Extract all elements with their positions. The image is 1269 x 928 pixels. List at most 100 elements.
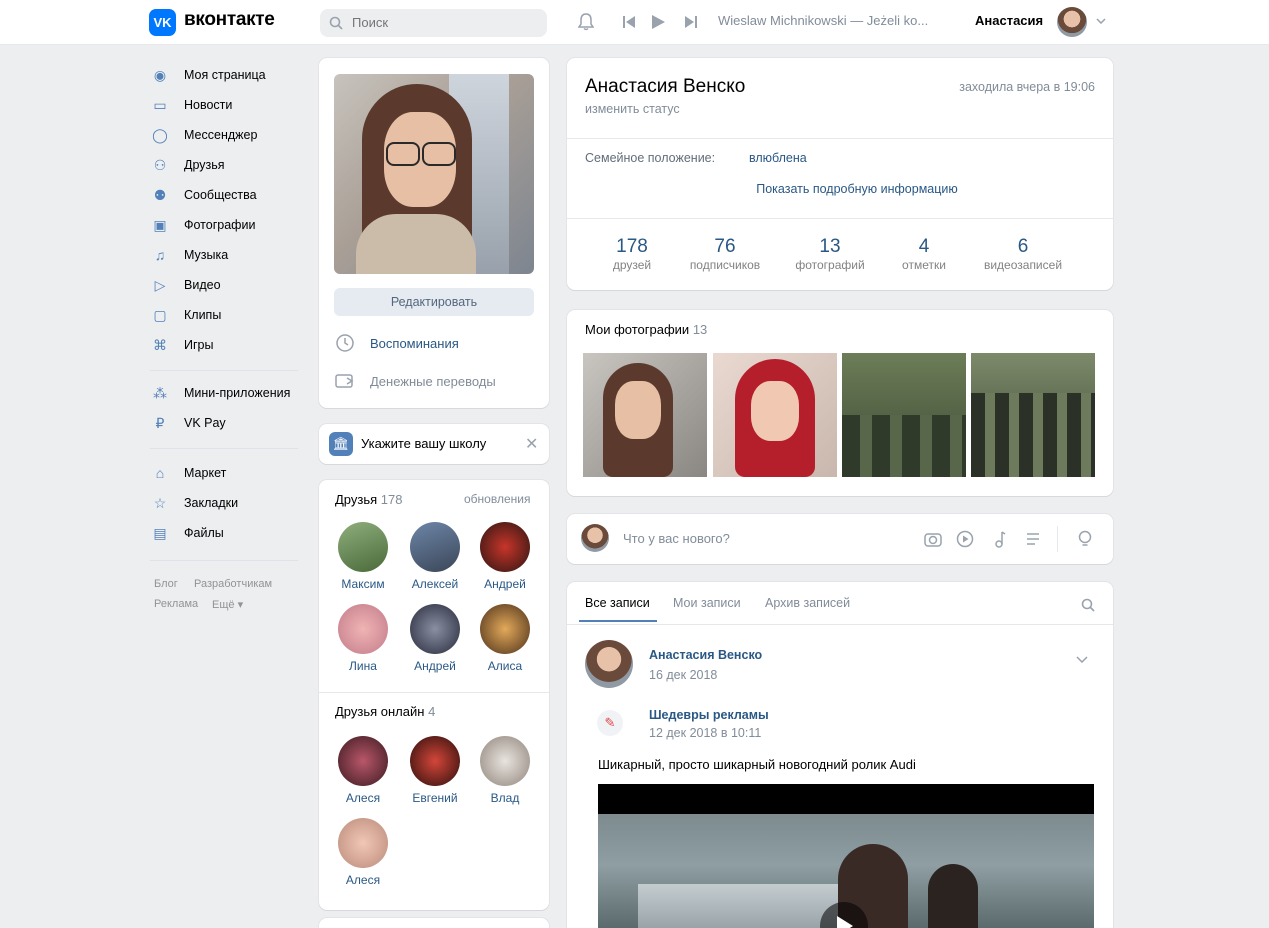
menu-item-bookmarks[interactable]: ☆ Закладки [150, 492, 238, 514]
stat-number: 178 [616, 236, 648, 257]
logo-text[interactable]: вконтакте [184, 9, 275, 31]
photo-thumb[interactable] [971, 353, 1095, 477]
music-icon[interactable] [989, 529, 1009, 549]
menu-item-my-page[interactable]: ◉ Моя страница [150, 64, 266, 86]
menu-label: Мессенджер [184, 128, 258, 142]
repost-source-avatar[interactable]: ✎ [597, 710, 623, 736]
footer-blog-link[interactable]: Блог [154, 578, 178, 590]
video-icon[interactable] [955, 529, 975, 549]
menu-item-music[interactable]: ♫ Музыка [150, 244, 228, 266]
search-box[interactable] [320, 9, 547, 37]
friend-item[interactable]: Алексей [405, 522, 465, 591]
friend-item[interactable]: Лина [333, 604, 393, 673]
friend-item[interactable]: Андрей [405, 604, 465, 673]
groups-icon: ⚉ [153, 186, 167, 203]
friend-item[interactable]: Максим [333, 522, 393, 591]
bell-icon[interactable] [576, 12, 596, 32]
post-date[interactable]: 16 дек 2018 [649, 668, 717, 682]
online-friend-item[interactable]: Алеся [333, 736, 393, 805]
tab-archive[interactable]: Архив записей [765, 596, 850, 610]
search-input[interactable] [350, 14, 544, 31]
play-icon[interactable] [648, 13, 668, 31]
camera-icon[interactable] [923, 529, 943, 549]
stat-videos[interactable]: 6 видеозаписей [973, 236, 1073, 272]
school-prompt[interactable]: Укажите вашу школу [361, 436, 486, 451]
stat-number: 13 [819, 236, 841, 257]
photo-thumb[interactable] [842, 353, 966, 477]
menu-item-files[interactable]: ▤ Файлы [150, 522, 223, 544]
menu-item-clips[interactable]: ▢ Клипы [150, 304, 221, 326]
post-author-avatar[interactable] [585, 640, 633, 688]
video-figure [928, 864, 978, 928]
edit-profile-button[interactable]: Редактировать [334, 288, 534, 316]
close-icon[interactable]: ✕ [525, 434, 538, 454]
search-icon[interactable] [1079, 596, 1097, 614]
menu-label: Новости [184, 98, 233, 112]
article-icon[interactable] [1023, 529, 1043, 549]
tab-all-posts[interactable]: Все записи [585, 596, 650, 610]
friends-updates-link[interactable]: обновления [464, 492, 530, 506]
menu-item-news[interactable]: ▭ Новости [150, 94, 232, 116]
friend-item[interactable]: Андрей [475, 522, 535, 591]
show-details-link[interactable]: Показать подробную информацию [741, 182, 973, 196]
profile-photo[interactable] [334, 74, 534, 274]
prev-track-icon[interactable] [620, 13, 638, 31]
online-friend-item[interactable]: Влад [475, 736, 535, 805]
vk-logo-icon[interactable]: VK [149, 9, 176, 36]
friends-online-title: Друзья онлайн [335, 704, 425, 719]
transfers-label: Денежные переводы [370, 373, 496, 389]
menu-item-market[interactable]: ⌂ Маркет [150, 462, 227, 484]
clips-icon: ▢ [153, 306, 167, 323]
friend-name: Алиса [487, 659, 523, 673]
tab-my-posts[interactable]: Мои записи [673, 596, 741, 610]
footer-more-link[interactable]: Ещё ▾ [212, 598, 243, 611]
memories-link[interactable]: Воспоминания [334, 332, 534, 354]
menu-item-mini-apps[interactable]: ⁂ Мини-приложения [150, 382, 290, 404]
video-player[interactable] [598, 784, 1094, 928]
idea-icon[interactable] [1075, 529, 1095, 549]
stat-tags[interactable]: 4 отметки [885, 236, 963, 272]
stat-followers[interactable]: 76 подписчиков [679, 236, 771, 272]
chevron-down-icon[interactable] [1075, 652, 1089, 666]
change-status-link[interactable]: изменить статус [585, 102, 680, 116]
chevron-down-icon[interactable] [1094, 14, 1108, 28]
friends-header[interactable]: Друзья 178 [335, 492, 403, 507]
menu-item-groups[interactable]: ⚉ Сообщества [150, 184, 257, 206]
footer-ads-link[interactable]: Реклама [154, 598, 198, 610]
last-seen: заходила вчера в 19:06 [959, 80, 1095, 94]
photo-thumb[interactable] [713, 353, 837, 477]
family-value[interactable]: влюблена [749, 151, 807, 165]
stat-friends[interactable]: 178 друзей [601, 236, 663, 272]
photo-thumb[interactable] [583, 353, 707, 477]
menu-item-games[interactable]: ⌘ Игры [150, 334, 213, 356]
games-icon: ⌘ [153, 336, 167, 353]
menu-item-video[interactable]: ▷ Видео [150, 274, 221, 296]
stat-photos[interactable]: 13 фотографий [785, 236, 875, 272]
header-avatar[interactable] [1057, 7, 1087, 37]
menu-item-messenger[interactable]: ◯ Мессенджер [150, 124, 257, 146]
friend-name: Алеся [345, 791, 381, 805]
composer-input[interactable]: Что у вас нового? [623, 531, 730, 546]
menu-label: Друзья [184, 158, 225, 172]
history-icon [334, 332, 356, 354]
stat-label: подписчиков [689, 258, 761, 272]
school-card: 🏛 Укажите вашу школу ✕ [319, 424, 549, 464]
menu-item-photos[interactable]: ▣ Фотографии [150, 214, 255, 236]
next-track-icon[interactable] [682, 13, 700, 31]
friend-item[interactable]: Алиса [475, 604, 535, 673]
current-track[interactable]: Wieslaw Michnikowski — Jeżeli ko... [718, 13, 948, 28]
header-user-name[interactable]: Анастасия [975, 13, 1043, 28]
transfers-link[interactable]: Денежные переводы [334, 370, 534, 392]
footer-dev-link[interactable]: Разработчикам [194, 578, 272, 590]
photos-header[interactable]: Мои фотографии 13 [585, 322, 707, 337]
online-friend-item[interactable]: Алеся [333, 818, 393, 887]
repost-date[interactable]: 12 дек 2018 в 10:11 [649, 726, 761, 740]
repost-author[interactable]: Шедевры рекламы [649, 708, 769, 722]
menu-item-friends[interactable]: ⚇ Друзья [150, 154, 225, 176]
friends-online-header[interactable]: Друзья онлайн 4 [335, 704, 435, 719]
thumb-face [615, 381, 661, 439]
post-author-name[interactable]: Анастасия Венско [649, 648, 762, 662]
menu-item-vkpay[interactable]: ₽ VK Pay [150, 412, 226, 434]
online-friend-item[interactable]: Евгений [405, 736, 465, 805]
market-icon: ⌂ [155, 465, 165, 481]
